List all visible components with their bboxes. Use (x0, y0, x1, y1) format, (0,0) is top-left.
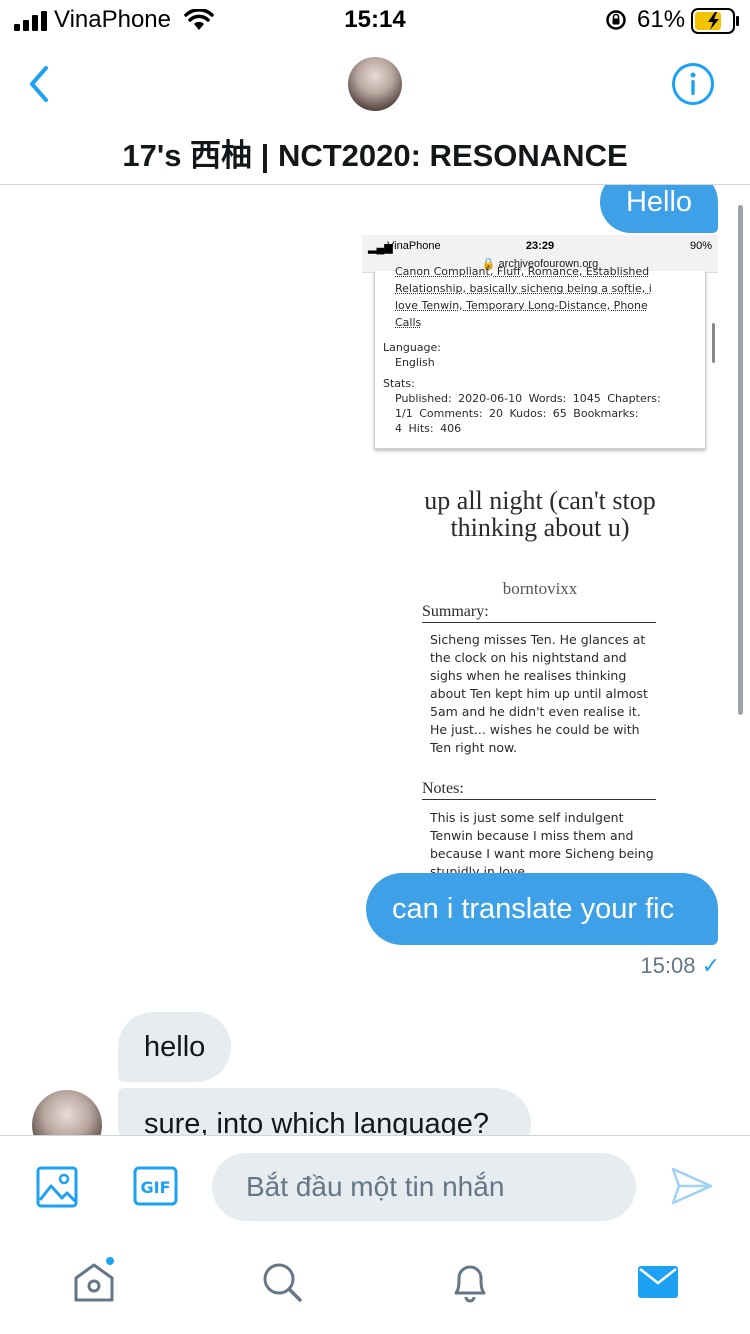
image-time: 23:29 (525, 240, 555, 252)
sent-message-bubble[interactable]: can i translate your fic (366, 873, 718, 945)
conversation-title: 17's 西柚 | NCT2020: RESONANCE (122, 138, 628, 173)
image-battery: 90% (689, 240, 712, 252)
rotation-lock-icon (606, 10, 626, 30)
message-text: Hello (625, 185, 693, 218)
message-input[interactable]: Bắt đầu một tin nhắn (212, 1153, 636, 1221)
message-text: hello (144, 1030, 206, 1063)
avatar[interactable] (348, 57, 402, 111)
send-icon[interactable] (670, 1166, 714, 1206)
summary-text: Sicheng misses Ten. He glances at the cl… (430, 632, 648, 755)
tag-line: Calls (395, 316, 422, 329)
message-text: sure, into which language? (144, 1107, 490, 1136)
stats-line: 4 Hits: 406 (395, 422, 462, 435)
message-timestamp: 15:08 ✓ (560, 953, 720, 979)
tag-line: Relationship, basically sicheng being a … (395, 282, 652, 295)
battery-percent: 61% (637, 6, 686, 33)
stats-text: Published: 2020-06-10 Words: 1045 Chapte… (395, 391, 705, 436)
notes-text: This is just some self indulgent Tenwin … (430, 810, 654, 875)
stats-line: Published: 2020-06-10 Words: 1045 Chapte… (395, 392, 661, 405)
timestamp-text: 15:08 (640, 953, 696, 978)
language-value: English (395, 356, 435, 369)
conversation-header: 17's 西柚 | NCT2020: RESONANCE (0, 40, 750, 185)
language-label: Language: (383, 341, 441, 354)
info-icon[interactable] (671, 62, 715, 106)
notes-heading: Notes: (422, 780, 656, 800)
battery-icon (691, 8, 739, 34)
work-author: borntovixx (502, 579, 578, 598)
envelope-icon[interactable] (636, 1260, 680, 1304)
sent-message-bubble[interactable]: Hello (600, 185, 718, 233)
search-icon[interactable] (260, 1260, 304, 1304)
svg-text:GIF: GIF (140, 1178, 170, 1197)
received-message-bubble[interactable]: hello (118, 1012, 231, 1082)
summary-heading: Summary: (422, 603, 656, 623)
chevron-left-icon[interactable] (26, 64, 52, 104)
tab-bar (0, 1235, 750, 1334)
image-scrollbar (712, 323, 715, 363)
message-list[interactable]: Hello ▂▄▆ VinaPhone 23:29 90% 🔒 archiveo… (0, 185, 750, 1135)
stats-line: 1/1 Comments: 20 Kudos: 65 Bookmarks: (395, 407, 639, 420)
work-title: up all night (can't stop thinking about … (424, 486, 656, 542)
received-message-bubble[interactable]: sure, into which language? (118, 1088, 531, 1135)
check-icon: ✓ (701, 953, 720, 978)
gif-icon[interactable]: GIF (133, 1166, 178, 1206)
sender-avatar[interactable] (32, 1090, 102, 1135)
attached-image[interactable]: ▂▄▆ VinaPhone 23:29 90% 🔒 archiveofourow… (362, 235, 718, 875)
scrollbar[interactable] (738, 205, 743, 715)
image-icon[interactable] (36, 1166, 78, 1208)
work-tags: Canon Compliant, Fluff, Romance, Establi… (395, 263, 695, 331)
message-text: can i translate your fic (392, 892, 675, 925)
stats-label: Stats: (383, 377, 415, 390)
message-composer: GIF Bắt đầu một tin nhắn (0, 1135, 750, 1235)
status-bar: VinaPhone 15:14 61% (0, 0, 750, 40)
work-meta-card: Canon Compliant, Fluff, Romance, Establi… (374, 265, 706, 449)
bell-icon[interactable] (448, 1260, 492, 1304)
notification-dot (104, 1255, 116, 1267)
input-placeholder: Bắt đầu một tin nhắn (246, 1171, 505, 1202)
tag-line: Canon Compliant, Fluff, Romance, Establi… (395, 265, 650, 278)
tag-line: love Tenwin, Temporary Long-Distance, Ph… (395, 299, 648, 312)
